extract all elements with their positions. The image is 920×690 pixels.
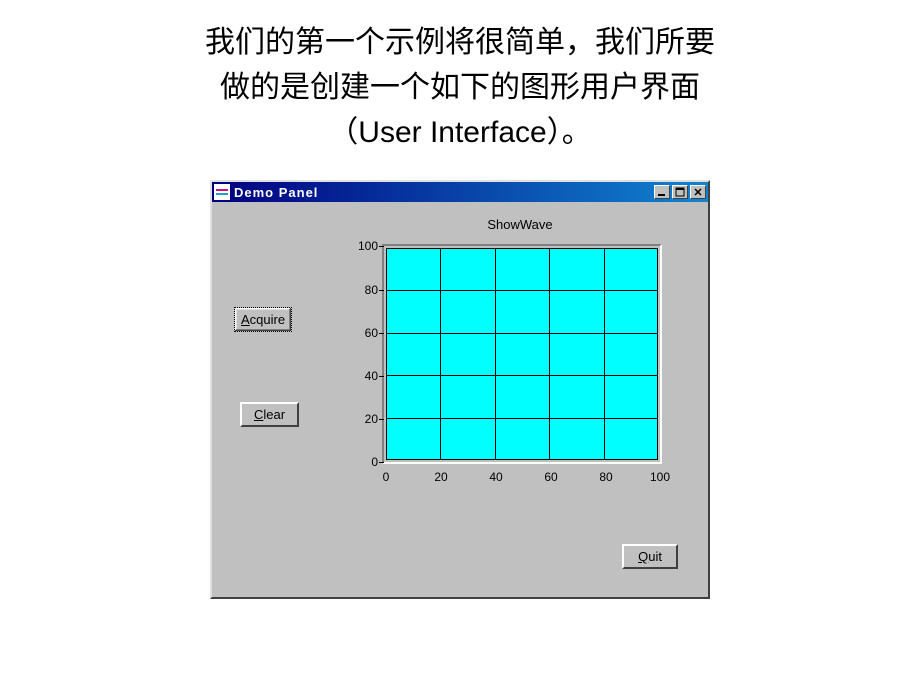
maximize-icon (675, 187, 685, 197)
y-tick-60: 60 (348, 326, 378, 340)
maximize-button[interactable] (672, 185, 688, 199)
window-title: Demo Panel (234, 185, 652, 200)
clear-button[interactable]: Clear (240, 402, 299, 427)
window-controls (652, 185, 706, 199)
close-icon (693, 187, 703, 197)
graph-title: ShowWave (352, 217, 688, 232)
heading-line3-prefix: （ (328, 116, 358, 149)
minimize-icon (657, 187, 667, 197)
acquire-button[interactable]: Acquire (234, 307, 292, 332)
y-tick-20: 20 (348, 412, 378, 426)
heading-line2: 做的是创建一个如下的图形用户界面 (220, 71, 700, 104)
clear-hotkey: C (254, 407, 263, 422)
acquire-hotkey: A (241, 312, 250, 327)
y-tick-0: 0 (348, 455, 378, 469)
x-tick-100: 100 (650, 470, 670, 484)
plot-surface[interactable] (386, 248, 658, 460)
window-titlebar[interactable]: Demo Panel (212, 182, 708, 202)
heading-line3-english: User Interface (358, 116, 546, 149)
plot-frame (382, 244, 662, 464)
y-tick-100: 100 (348, 239, 378, 253)
quit-hotkey: Q (638, 549, 648, 564)
graph-area: 100 80 60 40 20 0 0 20 40 60 80 100 (352, 244, 672, 494)
x-tick-0: 0 (383, 470, 390, 484)
y-tick-40: 40 (348, 369, 378, 383)
heading-line3-suffix: ）。 (547, 116, 592, 149)
minimize-button[interactable] (654, 185, 670, 199)
y-tick-80: 80 (348, 283, 378, 297)
app-icon (214, 184, 230, 200)
window-body: ShowWave 100 80 (212, 202, 708, 597)
demo-window: Demo Panel ShowWave (210, 180, 710, 599)
heading-line1: 我们的第一个示例将很简单，我们所要 (205, 26, 715, 59)
close-button[interactable] (690, 185, 706, 199)
x-tick-40: 40 (489, 470, 502, 484)
quit-button[interactable]: Quit (622, 544, 678, 569)
x-tick-80: 80 (599, 470, 612, 484)
x-tick-20: 20 (434, 470, 447, 484)
x-tick-60: 60 (544, 470, 557, 484)
slide-heading: 我们的第一个示例将很简单，我们所要 做的是创建一个如下的图形用户界面 （User… (0, 0, 920, 165)
